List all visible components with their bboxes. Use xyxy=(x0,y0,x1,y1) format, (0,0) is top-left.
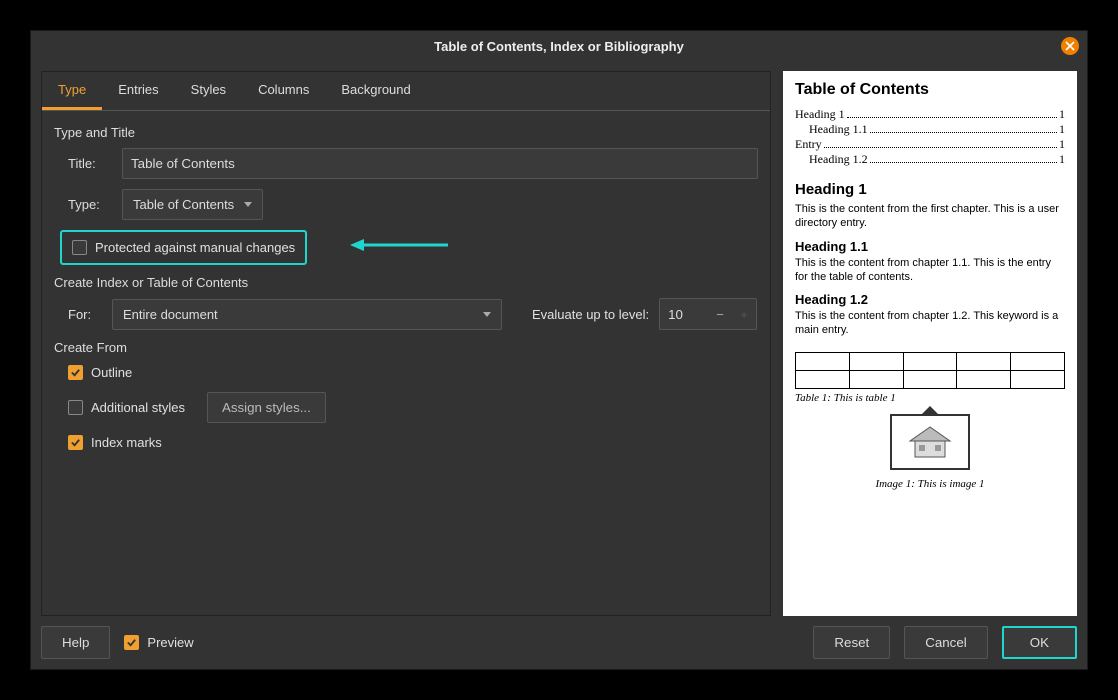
toc-text: Heading 1.2 xyxy=(809,152,868,167)
tab-columns[interactable]: Columns xyxy=(242,72,325,110)
toc-page: 1 xyxy=(1059,122,1065,137)
toc-page: 1 xyxy=(1059,152,1065,167)
image-caption: Image 1: This is image 1 xyxy=(795,478,1065,490)
check-icon xyxy=(70,367,81,378)
title-label: Title: xyxy=(68,156,112,171)
tab-background[interactable]: Background xyxy=(325,72,426,110)
highlight-arrow-icon xyxy=(348,234,448,256)
preview-table xyxy=(795,352,1065,389)
toc-page: 1 xyxy=(1059,137,1065,152)
section-create-from: Create From xyxy=(54,340,758,355)
toc-row: Entry 1 xyxy=(795,137,1065,152)
section-create-index: Create Index or Table of Contents xyxy=(54,275,758,290)
settings-pane: Type Entries Styles Columns Background T… xyxy=(41,71,771,616)
house-icon xyxy=(905,425,955,459)
assign-styles-button[interactable]: Assign styles... xyxy=(207,392,326,423)
toc-page: 1 xyxy=(1059,107,1065,122)
toc-row: Heading 1 1 xyxy=(795,107,1065,122)
preview-heading12: Heading 1.2 xyxy=(795,292,1065,307)
title-bar: Table of Contents, Index or Bibliography xyxy=(31,31,1087,61)
preview-para: This is the content from the first chapt… xyxy=(795,202,1065,231)
tab-type[interactable]: Type xyxy=(42,72,102,110)
section-type-title: Type and Title xyxy=(54,125,758,140)
ok-button[interactable]: OK xyxy=(1002,626,1077,659)
additional-styles-label: Additional styles xyxy=(91,400,185,415)
bottom-bar: Help Preview Reset Cancel OK xyxy=(41,626,1077,659)
type-label: Type: xyxy=(68,197,112,212)
toc-leader xyxy=(824,147,1057,148)
toc-text: Heading 1 xyxy=(795,107,845,122)
form-body: Type and Title Title: Type: Table of Con… xyxy=(42,111,770,460)
check-icon xyxy=(70,437,81,448)
check-icon xyxy=(126,637,137,648)
protected-checkbox[interactable] xyxy=(72,240,87,255)
preview-heading11: Heading 1.1 xyxy=(795,239,1065,254)
chevron-down-icon xyxy=(483,312,491,317)
content-row: Type Entries Styles Columns Background T… xyxy=(31,61,1087,616)
type-select-value: Table of Contents xyxy=(133,197,234,212)
reset-button[interactable]: Reset xyxy=(813,626,890,659)
dialog-window: Table of Contents, Index or Bibliography… xyxy=(30,30,1088,670)
cancel-button[interactable]: Cancel xyxy=(904,626,988,659)
preview-para: This is the content from chapter 1.2. Th… xyxy=(795,309,1065,338)
toc-leader xyxy=(847,117,1057,118)
close-icon xyxy=(1065,41,1075,51)
stepper-minus[interactable]: − xyxy=(708,299,732,329)
toc-text: Entry xyxy=(795,137,822,152)
preview-image xyxy=(890,414,970,470)
evaluate-label: Evaluate up to level: xyxy=(532,307,649,322)
table-caption: Table 1: This is table 1 xyxy=(795,392,1065,404)
preview-label: Preview xyxy=(147,635,193,650)
for-select-value: Entire document xyxy=(123,307,218,322)
tab-styles[interactable]: Styles xyxy=(175,72,242,110)
title-field[interactable] xyxy=(122,148,758,179)
toc-row: Heading 1.2 1 xyxy=(795,152,1065,167)
preview-pane: Table of Contents Heading 1 1 Heading 1.… xyxy=(783,71,1077,616)
preview-heading1: Heading 1 xyxy=(795,181,1065,198)
index-marks-label: Index marks xyxy=(91,435,162,450)
additional-styles-checkbox[interactable] xyxy=(68,400,83,415)
for-select[interactable]: Entire document xyxy=(112,299,502,330)
toc-leader xyxy=(870,162,1057,163)
toc-text: Heading 1.1 xyxy=(809,122,868,137)
close-button[interactable] xyxy=(1061,37,1079,55)
for-label: For: xyxy=(68,307,102,322)
preview-para: This is the content from chapter 1.1. Th… xyxy=(795,256,1065,285)
chevron-down-icon xyxy=(244,202,252,207)
evaluate-stepper[interactable]: − + xyxy=(659,298,757,330)
dialog-title: Table of Contents, Index or Bibliography xyxy=(434,39,684,54)
toc-leader xyxy=(870,132,1057,133)
evaluate-value[interactable] xyxy=(660,300,708,329)
index-marks-checkbox[interactable] xyxy=(68,435,83,450)
tabs-bar: Type Entries Styles Columns Background xyxy=(42,72,770,111)
help-button[interactable]: Help xyxy=(41,626,110,659)
protected-highlight: Protected against manual changes xyxy=(60,230,307,265)
toc-row: Heading 1.1 1 xyxy=(795,122,1065,137)
stepper-plus[interactable]: + xyxy=(732,299,756,329)
outline-checkbox[interactable] xyxy=(68,365,83,380)
preview-checkbox[interactable] xyxy=(124,635,139,650)
preview-toc-title: Table of Contents xyxy=(795,81,1065,99)
type-select[interactable]: Table of Contents xyxy=(122,189,263,220)
tab-entries[interactable]: Entries xyxy=(102,72,174,110)
protected-label: Protected against manual changes xyxy=(95,240,295,255)
outline-label: Outline xyxy=(91,365,132,380)
